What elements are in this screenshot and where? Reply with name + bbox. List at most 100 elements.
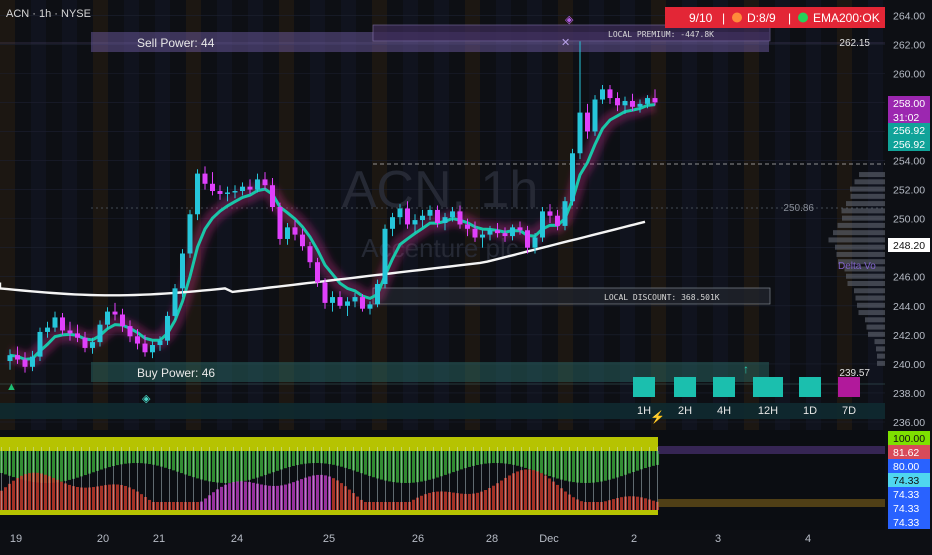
price-badge: 256.92 [888, 123, 930, 137]
osc-green-bar [316, 451, 319, 464]
osc-red-bar [292, 482, 295, 510]
price-badge-text: 31:02 [893, 112, 919, 124]
timeframe-swatch[interactable] [753, 377, 783, 397]
time-axis [0, 530, 885, 550]
timeframe-swatch[interactable] [674, 377, 696, 397]
osc-red-bar [300, 479, 303, 510]
candle-body [442, 217, 448, 223]
bolt-icon[interactable]: ⚡ [650, 410, 665, 424]
osc-red-bar [372, 502, 375, 510]
candle-body [75, 333, 80, 338]
local-premium-label: LOCAL PREMIUM: -447.8K [608, 30, 714, 39]
osc-red-bar [436, 491, 439, 510]
osc-red-bar [28, 473, 31, 510]
time-tick-label: 20 [97, 533, 109, 545]
osc-green-bar [212, 451, 215, 483]
timeframe-label[interactable]: 12H [758, 405, 778, 417]
timeframe-label[interactable]: 4H [717, 405, 731, 417]
price-tick-label: 244.00 [893, 301, 925, 313]
osc-green-bar [348, 451, 351, 470]
osc-red-bar [156, 502, 159, 510]
timeframe-strip [0, 403, 885, 419]
osc-red-bar [452, 492, 455, 510]
candle-body [150, 345, 155, 353]
candle-body [307, 246, 313, 263]
symbol-line: ACN · 1h · NYSE [6, 8, 91, 20]
up-arrow-marker: ↑ [743, 362, 749, 376]
candle-body [547, 211, 553, 216]
session-stripe [837, 0, 852, 430]
osc-green-bar [524, 451, 527, 468]
time-tick-label: 2 [631, 533, 637, 545]
volume-profile-bar [865, 317, 885, 323]
osc-red-bar [140, 494, 143, 510]
osc-red-bar [364, 502, 367, 510]
candle-body [345, 301, 350, 306]
timeframe-label[interactable]: 2H [678, 405, 692, 417]
volume-profile-bar [833, 230, 885, 236]
timeframe-swatch[interactable] [838, 377, 860, 397]
timeframe-swatch[interactable] [799, 377, 821, 397]
osc-green-bar [148, 451, 151, 465]
osc-red-bar [252, 482, 255, 510]
osc-green-bar [180, 451, 183, 474]
volume-profile-bar [877, 353, 885, 359]
candle-body [427, 209, 433, 216]
trading-chart: ACN, 1h Accenture plc ▲ ◈ ◈ ✕ ↑ Sell Pow… [0, 0, 932, 550]
candle-body [292, 227, 298, 235]
osc-red-bar [84, 487, 87, 510]
volume-profile-bar [876, 346, 885, 352]
osc-red-bar [356, 496, 359, 510]
osc-green-bar [396, 451, 399, 483]
timeframe-label[interactable]: 1D [803, 405, 817, 417]
osc-red-bar [188, 502, 191, 510]
status-sep-1: | [722, 11, 725, 25]
osc-green-bar [620, 451, 623, 477]
osc-green-bar [324, 451, 327, 464]
time-tick-label: 26 [412, 533, 424, 545]
status-direction: D:8/9 [747, 11, 776, 25]
osc-red-bar [556, 484, 559, 510]
volume-profile-bar [858, 310, 885, 316]
osc-badge-text: 74.33 [893, 489, 919, 501]
candle-body [562, 201, 568, 226]
candle-body [165, 315, 170, 341]
candle-body [210, 183, 215, 192]
candle-body [472, 228, 478, 238]
osc-green-bar [300, 451, 303, 465]
osc-green-bar [116, 451, 119, 466]
price-badge: 248.20 [888, 238, 930, 252]
osc-green-bar [428, 451, 431, 480]
osc-badge: 74.33 [888, 473, 930, 487]
osc-green-bar [244, 451, 247, 481]
candle-body [360, 297, 365, 309]
status-sep-2: | [788, 11, 791, 25]
osc-green-bar [332, 451, 335, 465]
timeframe-label[interactable]: 7D [842, 405, 856, 417]
osc-badge: 80.00 [888, 459, 930, 473]
osc-green-bar [444, 451, 447, 475]
price-tick-label: 238.00 [893, 388, 925, 400]
delta-volume-label: Delta Vo [838, 261, 876, 272]
candle-body [135, 336, 140, 344]
volume-profile-bar [854, 179, 885, 185]
osc-red-bar [588, 502, 591, 510]
volume-profile-bar [855, 295, 885, 301]
candle-body [225, 192, 230, 194]
timeframe-swatch[interactable] [633, 377, 655, 397]
osc-red-bar [532, 470, 535, 510]
candle-body [457, 211, 463, 225]
osc-red-bar [484, 490, 487, 510]
local-discount-label: LOCAL DISCOUNT: 368.501K [604, 293, 720, 302]
time-tick-label: 21 [153, 533, 165, 545]
candle-body [375, 284, 380, 305]
candle-body [540, 211, 545, 238]
candle-body [195, 173, 200, 215]
osc-red-bar [492, 485, 495, 510]
osc-red-bar [92, 487, 95, 510]
timeframe-swatch[interactable] [713, 377, 735, 397]
candle-body [97, 324, 103, 343]
osc-green-bar [412, 451, 415, 483]
timeframe-label[interactable]: 1H [637, 405, 651, 417]
osc-red-bar [124, 485, 127, 510]
